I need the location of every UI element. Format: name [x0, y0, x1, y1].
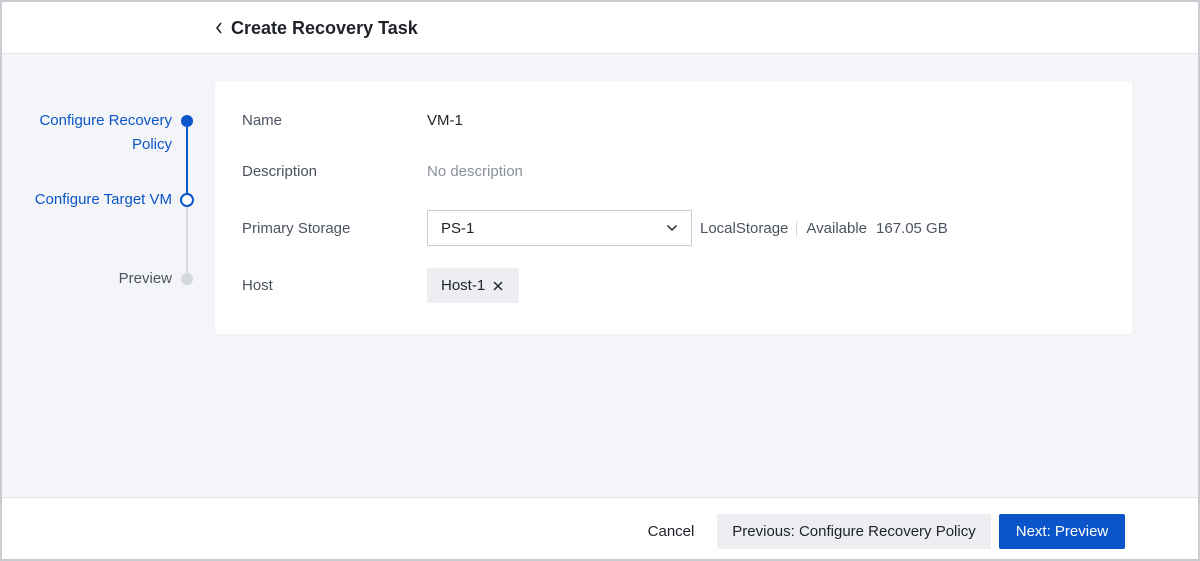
name-label: Name: [242, 112, 283, 129]
host-label: Host: [242, 277, 273, 294]
step-label-line2: Policy: [131, 136, 172, 153]
name-value: VM-1: [427, 112, 463, 129]
available-label: Available: [806, 220, 868, 237]
footer-bar: Cancel Previous: Configure Recovery Poli…: [2, 497, 1198, 559]
page-title: Create Recovery Task: [231, 18, 418, 38]
page-header: Create Recovery Task: [2, 2, 1198, 54]
remove-host-button[interactable]: [493, 281, 503, 291]
description-label: Description: [242, 163, 318, 180]
divider: [796, 221, 798, 237]
app-window: Create Recovery Task Configure Recovery …: [0, 0, 1200, 561]
form-card: Name VM-1 Description No description Pri…: [215, 81, 1132, 334]
primary-storage-label: Primary Storage: [242, 220, 351, 237]
step-preview[interactable]: Preview: [2, 267, 172, 291]
host-tag-label: Host-1: [441, 277, 486, 294]
step-connector: [186, 207, 188, 273]
storage-info: LocalStorage Available 167.05 GB: [700, 219, 948, 239]
available-value: 167.05 GB: [876, 220, 948, 237]
back-button[interactable]: [211, 18, 227, 38]
step-label-line1: Configure Recovery: [39, 112, 172, 129]
step-current-dot-icon: [180, 193, 194, 207]
step-configure-target-vm[interactable]: Configure Target VM: [2, 188, 172, 212]
description-value: No description: [427, 163, 523, 180]
step-pending-dot-icon: [181, 273, 193, 285]
storage-type: LocalStorage: [700, 220, 789, 237]
step-connector: [186, 127, 188, 194]
next-button[interactable]: Next: Preview: [999, 514, 1125, 549]
step-completed-dot-icon: [181, 115, 193, 127]
step-configure-recovery-policy[interactable]: Configure Recovery Policy: [2, 109, 172, 157]
cancel-button[interactable]: Cancel: [634, 514, 708, 549]
chevron-left-icon: [215, 22, 222, 34]
primary-storage-select[interactable]: PS-1: [427, 210, 692, 246]
close-icon: [493, 281, 503, 290]
host-tag: Host-1: [427, 268, 520, 303]
primary-storage-selected-value: PS-1: [441, 220, 475, 237]
previous-button[interactable]: Previous: Configure Recovery Policy: [717, 514, 991, 549]
chevron-down-icon: [666, 224, 678, 232]
